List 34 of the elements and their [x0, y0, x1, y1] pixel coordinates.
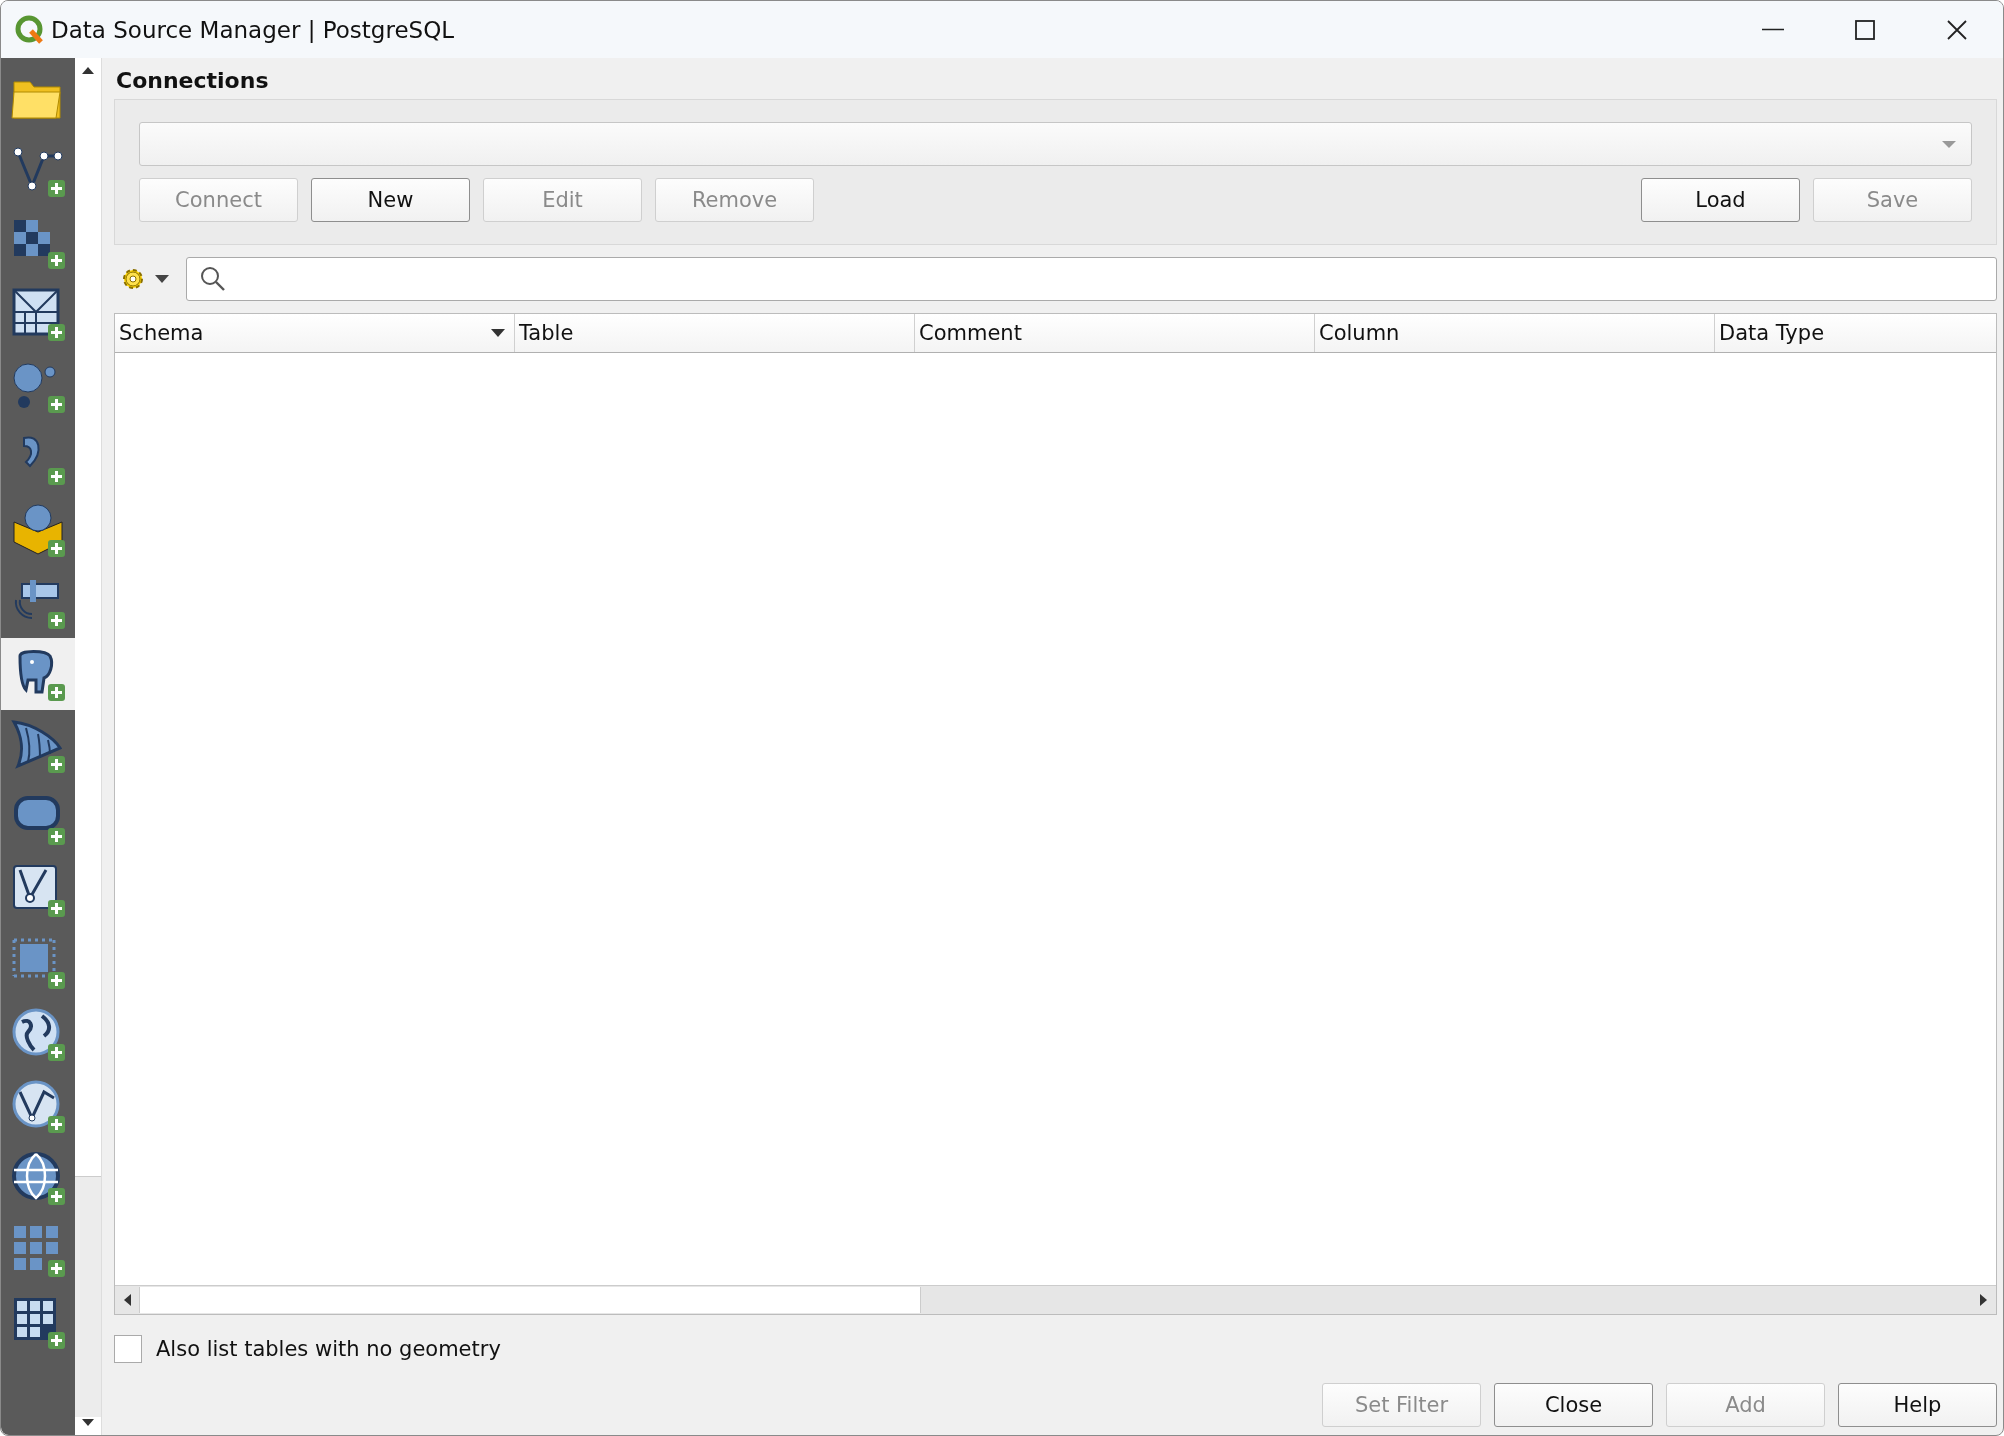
checkbox-label: Also list tables with no geometry [156, 1337, 501, 1361]
column-header[interactable]: Comment [915, 314, 1315, 352]
button[interactable]: New [311, 178, 470, 222]
scrollbar-thumb[interactable] [139, 1287, 921, 1313]
close-icon [1947, 19, 1967, 40]
sail-icon [10, 718, 66, 774]
checkbox[interactable] [114, 1335, 142, 1363]
virtual-layer-icon [10, 862, 66, 918]
vertical-scrollbar[interactable] [75, 58, 101, 1435]
scrollbar-thumb[interactable] [75, 1176, 101, 1417]
button[interactable]: Close [1494, 1383, 1653, 1427]
search-field[interactable] [186, 257, 1997, 301]
sidebar-item[interactable] [1, 638, 75, 710]
dropdown-arrow-icon [1941, 139, 1957, 149]
column-header[interactable]: Schema [115, 314, 515, 352]
mesh-grid-icon [10, 286, 66, 342]
column-header[interactable]: Column [1315, 314, 1715, 352]
column-header[interactable]: Table [515, 314, 915, 352]
globe-vertices-icon [10, 1078, 66, 1134]
horizontal-scrollbar[interactable] [115, 1285, 1996, 1314]
section-heading: Connections [115, 67, 270, 95]
minimize-icon [1762, 28, 1784, 31]
world-globe-icon [10, 1006, 66, 1062]
sort-indicator-icon [490, 328, 506, 338]
column-header[interactable]: Data Type [1715, 314, 1996, 352]
button[interactable]: Load [1641, 178, 1800, 222]
window-title: Data Source Manager | PostgreSQL [51, 16, 455, 43]
caret-icon [154, 274, 170, 284]
search-icon [199, 265, 227, 293]
maximize-icon [1855, 19, 1875, 40]
button[interactable]: Help [1838, 1383, 1997, 1427]
globe-box-icon [10, 502, 66, 558]
globe-icon [10, 1150, 66, 1206]
app-logo-icon [15, 14, 45, 45]
